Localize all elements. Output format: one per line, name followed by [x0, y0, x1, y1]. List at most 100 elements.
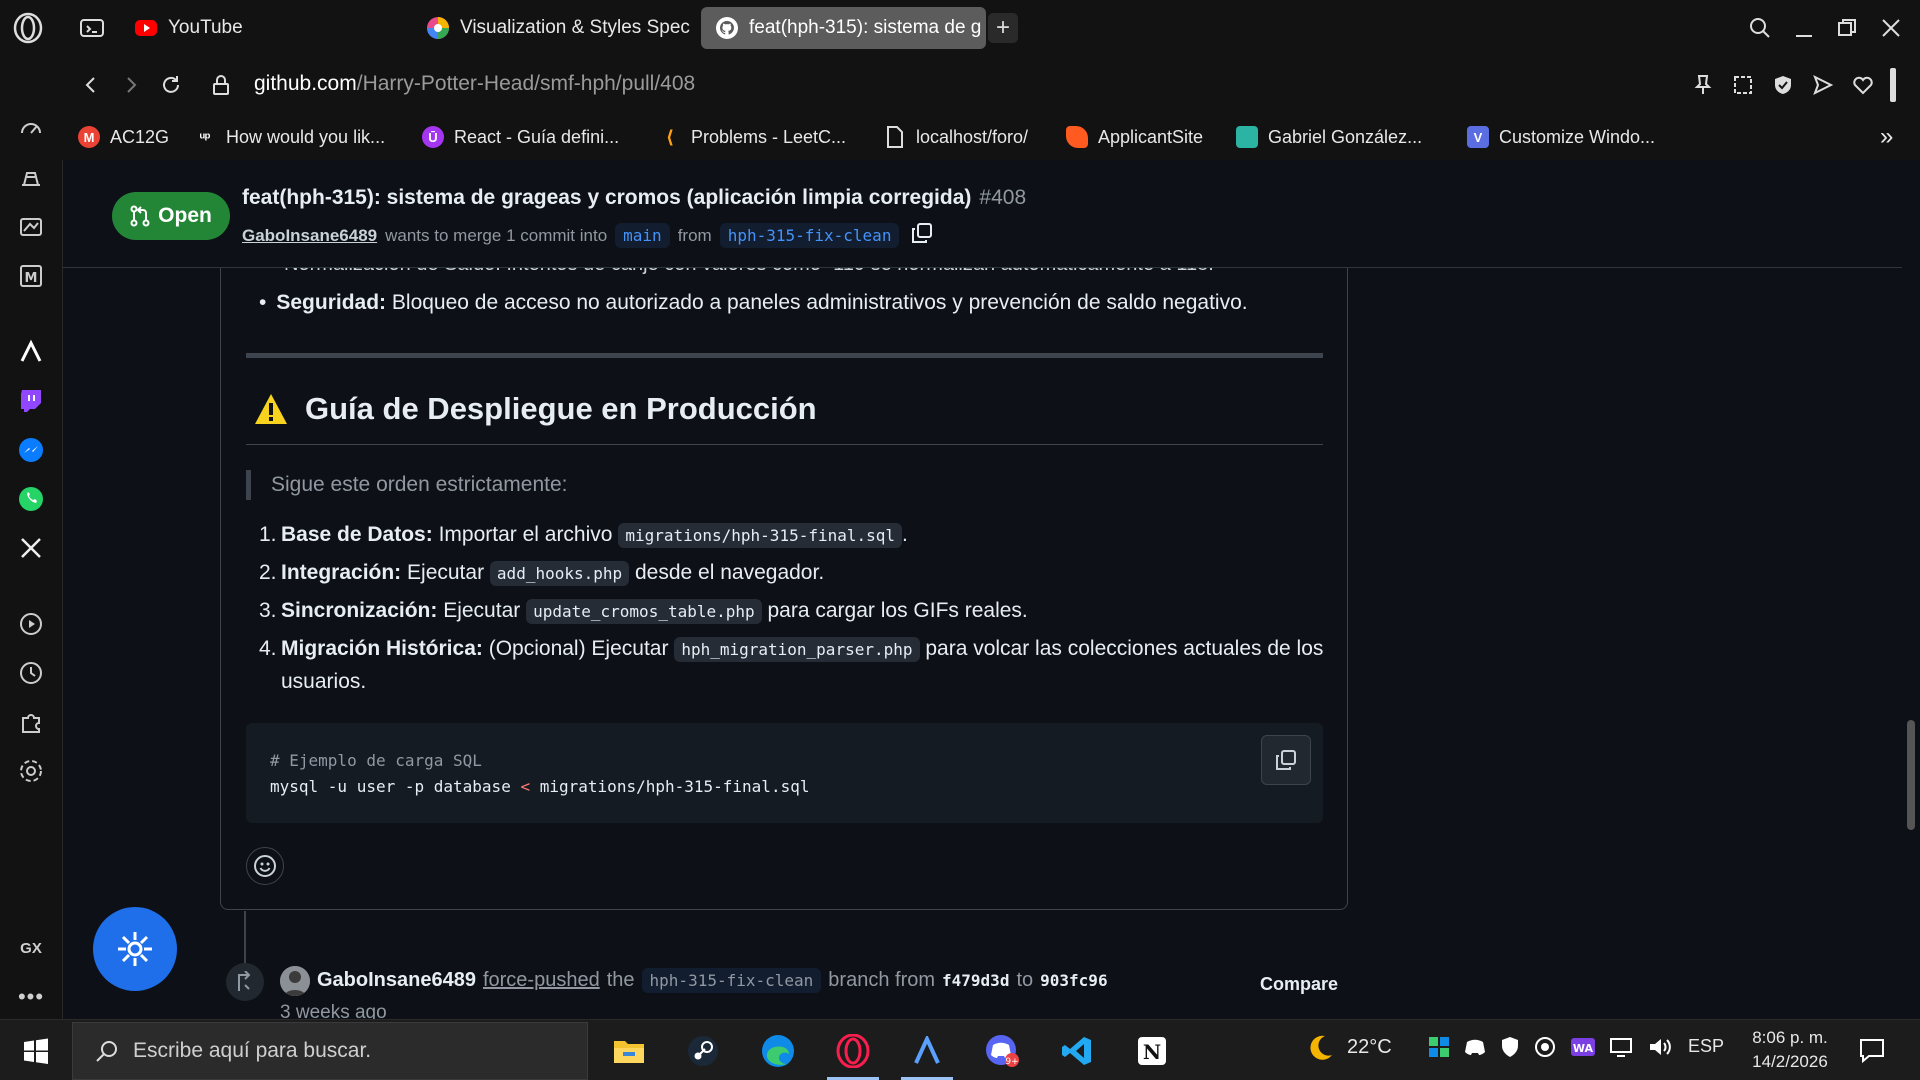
bookmark-item[interactable]: ApplicantSite	[1066, 123, 1203, 151]
speed-dial-icon[interactable]	[11, 108, 51, 148]
event-author-link[interactable]: GaboInsane6489	[317, 969, 476, 992]
settings-gear-icon[interactable]	[11, 751, 51, 791]
copy-code-button[interactable]	[1261, 735, 1311, 785]
bookmark-item[interactable]: Ū React - Guía defini...	[422, 123, 619, 151]
bookmark-label: Problems - LeetC...	[691, 126, 847, 147]
pin-icon[interactable]	[1684, 66, 1722, 104]
bookmark-item[interactable]: localhost/foro/	[884, 123, 1028, 151]
svg-text:N: N	[1143, 1040, 1161, 1064]
whatsapp-icon[interactable]	[11, 479, 51, 519]
lock-icon[interactable]	[202, 66, 240, 104]
snowflake-gear-icon	[118, 932, 152, 966]
extensions-icon[interactable]	[11, 702, 51, 742]
close-window-button[interactable]	[1873, 10, 1909, 46]
windows-start-icon[interactable]	[4, 1026, 68, 1076]
pr-status-badge: Open	[112, 192, 230, 240]
gx-floating-button[interactable]	[93, 907, 177, 991]
x-twitter-icon[interactable]	[11, 528, 51, 568]
aria-taskbar-icon[interactable]	[895, 1026, 959, 1080]
new-tab-button[interactable]: +	[988, 13, 1018, 43]
edge-icon[interactable]	[746, 1026, 810, 1076]
twitch-icon[interactable]	[11, 381, 51, 421]
history-icon[interactable]	[11, 653, 51, 693]
forward-button[interactable]	[112, 66, 150, 104]
bookmark-item[interactable]: ⟨ Problems - LeetC...	[659, 123, 846, 151]
tab-youtube[interactable]: YouTube	[120, 7, 410, 49]
force-pushed-link[interactable]: force-pushed	[483, 969, 600, 992]
bookmark-label: localhost/foro/	[916, 126, 1029, 147]
copy-branch-button[interactable]	[911, 222, 933, 249]
my-flow-icon[interactable]: M	[11, 256, 51, 296]
code-command-line: mysql -u user -p database < migrations/h…	[270, 777, 810, 796]
reload-button[interactable]	[152, 66, 190, 104]
bookmark-item[interactable]: M AC12G	[78, 123, 169, 151]
wa-tray-icon[interactable]: WA	[1570, 1037, 1596, 1062]
steam-icon[interactable]	[671, 1026, 735, 1076]
file-explorer-icon[interactable]	[597, 1026, 661, 1076]
weather-temp: 22°C	[1347, 1035, 1392, 1058]
network-icon[interactable]	[1610, 1036, 1634, 1063]
minimize-button[interactable]	[1786, 10, 1822, 46]
taskbar-search-input[interactable]: Escribe aquí para buscar.	[72, 1022, 588, 1080]
aria-icon[interactable]	[11, 332, 51, 372]
security-tray-icon[interactable]	[1500, 1036, 1520, 1063]
tab-menu-icon[interactable]	[74, 10, 110, 46]
bookmark-item[interactable]: Gabriel González...	[1236, 123, 1422, 151]
bookmark-label: Customize Windo...	[1499, 126, 1656, 147]
gx-control-icon[interactable]	[11, 207, 51, 247]
github-page: Normalización de Saldo: Intentos de canj…	[62, 160, 1902, 1019]
moon-icon	[1310, 1035, 1332, 1060]
search-tabs-icon[interactable]	[1742, 10, 1778, 46]
input-language[interactable]: ESP	[1688, 1036, 1724, 1057]
opera-gx-logo[interactable]	[10, 10, 46, 46]
event-timestamp[interactable]: 3 weeks ago	[280, 1002, 387, 1019]
head-branch[interactable]: hph-315-fix-clean	[719, 223, 900, 248]
clock[interactable]: 8:06 p. m. 14/2/2026	[1740, 1026, 1840, 1074]
tab-github-pr[interactable]: feat(hph-315): sistema de g	[701, 7, 986, 49]
url-field[interactable]: github.com/Harry-Potter-Head/smf-hph/pul…	[254, 72, 695, 96]
more-options-icon[interactable]: •••	[11, 977, 51, 1017]
back-button[interactable]	[72, 66, 110, 104]
base-branch[interactable]: main	[615, 223, 670, 248]
bookmarks-overflow-icon[interactable]: »	[1880, 123, 1893, 151]
add-reaction-button[interactable]	[246, 847, 284, 885]
vscode-icon[interactable]	[1045, 1026, 1109, 1076]
avatar[interactable]	[280, 966, 310, 996]
messenger-icon[interactable]	[11, 430, 51, 470]
bookmark-item[interactable]: V Customize Windo...	[1467, 123, 1655, 151]
search-icon	[96, 1041, 117, 1062]
heading-underline	[246, 444, 1323, 445]
discord-tray-icon[interactable]	[1464, 1037, 1486, 1062]
battery-indicator[interactable]	[1890, 68, 1896, 102]
player-icon[interactable]	[11, 604, 51, 644]
from-commit-sha[interactable]: f479d3d	[942, 971, 1009, 990]
bookmark-label: Gabriel González...	[1268, 126, 1423, 147]
svg-text:M: M	[25, 271, 38, 286]
snapshot-icon[interactable]	[1724, 66, 1762, 104]
scrollbar-thumb[interactable]	[1907, 720, 1915, 830]
shield-icon[interactable]	[1764, 66, 1802, 104]
tray-app-icon[interactable]	[1428, 1036, 1450, 1063]
restore-button[interactable]	[1829, 10, 1865, 46]
record-tray-icon[interactable]	[1534, 1036, 1556, 1063]
event-branch-label[interactable]: hph-315-fix-clean	[641, 968, 822, 993]
gx-corner-icon[interactable]	[11, 158, 51, 198]
browser-title-bar: YouTube Visualization & Styles Spec feat…	[0, 0, 1920, 56]
clock-time: 8:06 p. m.	[1752, 1028, 1828, 1047]
copy-icon	[912, 223, 933, 243]
compare-button[interactable]: Compare	[1260, 974, 1338, 995]
to-commit-sha[interactable]: 903fc96	[1040, 971, 1107, 990]
discord-icon[interactable]: 9+	[970, 1026, 1034, 1076]
opera-gx-taskbar-icon[interactable]	[821, 1026, 885, 1080]
heart-icon[interactable]	[1844, 66, 1882, 104]
list-item: 4. Migración Histórica: (Opcional) Ejecu…	[259, 637, 1324, 693]
pr-author-link[interactable]: GaboInsane6489	[242, 226, 377, 246]
page-scrollbar[interactable]	[1902, 160, 1920, 1019]
notion-icon[interactable]: N	[1120, 1026, 1184, 1076]
bookmark-item[interactable]: ᵘᵖ How would you lik...	[194, 123, 385, 151]
weather-widget[interactable]: 22°C	[1305, 1032, 1392, 1062]
send-icon[interactable]	[1804, 66, 1842, 104]
tab-visualization[interactable]: Visualization & Styles Spec	[412, 7, 692, 49]
notifications-icon[interactable]	[1840, 1026, 1904, 1076]
volume-icon[interactable]	[1648, 1036, 1672, 1063]
